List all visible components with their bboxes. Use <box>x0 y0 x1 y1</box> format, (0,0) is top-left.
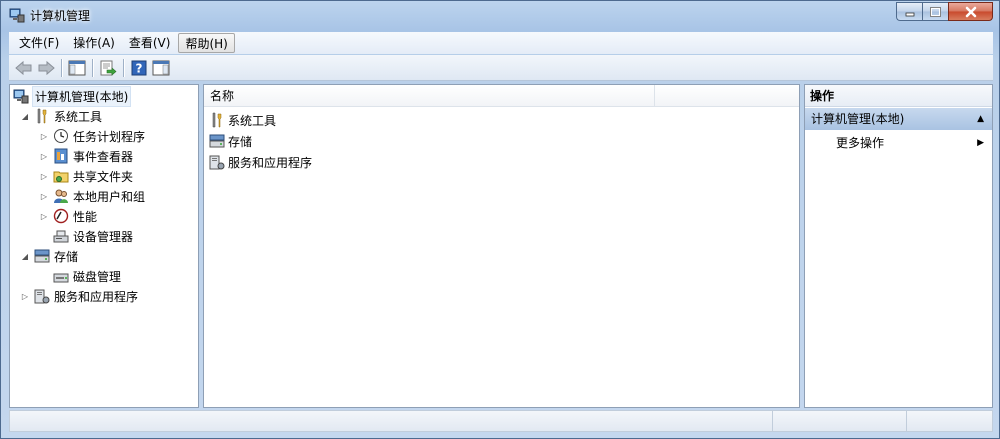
help-button[interactable]: ? <box>128 57 150 79</box>
action-pane: 操作 计算机管理(本地) ▲ 更多操作 ▶ <box>804 84 993 408</box>
show-hide-tree-icon <box>68 60 86 75</box>
action-section-computer-management[interactable]: 计算机管理(本地) ▲ <box>805 108 992 130</box>
disk-management-icon <box>53 268 69 284</box>
tree-item-computer-management-local[interactable]: 计算机管理(本地) <box>13 85 132 107</box>
list-item-label: 服务和应用程序 <box>228 155 313 170</box>
tree-item-local-users-groups[interactable]: ▷ 本地用户和组 <box>39 186 145 206</box>
minimize-icon <box>905 12 914 16</box>
tree-item-label: 设备管理器 <box>73 229 134 244</box>
submenu-arrow-icon: ▶ <box>977 138 984 148</box>
svg-text:?: ? <box>136 61 143 75</box>
tree-item-services-applications[interactable]: ▷ 服务和应用程序 <box>20 286 138 306</box>
console-tree-pane[interactable]: 计算机管理(本地) ◢ 系统工具 ▷ 任务计划程序 ▷ 事件查看器 ▷ 共享文件… <box>9 84 199 408</box>
expanded-arrow-icon[interactable]: ◢ <box>20 111 30 121</box>
list-item-label: 系统工具 <box>228 113 277 128</box>
collapsed-arrow-icon[interactable]: ▷ <box>39 151 49 161</box>
system-tools-icon <box>34 108 50 124</box>
tree-item-disk-management[interactable]: 磁盘管理 <box>53 266 121 286</box>
storage-icon <box>34 248 50 264</box>
expanded-arrow-icon[interactable]: ◢ <box>20 251 30 261</box>
event-viewer-icon <box>53 148 69 164</box>
forward-icon <box>38 60 55 75</box>
menu-view[interactable]: 查看(V) <box>123 33 177 53</box>
device-manager-icon <box>53 228 69 244</box>
tree-item-label: 事件查看器 <box>73 149 134 164</box>
maximize-icon <box>930 6 941 17</box>
back-icon <box>15 60 32 75</box>
collapsed-arrow-icon[interactable]: ▷ <box>39 211 49 221</box>
menu-help[interactable]: 帮助(H) <box>178 33 235 53</box>
computer-management-window: 计算机管理 文件(F) 操作(A) 查看(V) 帮助(H) ? 计算机管理(本地… <box>0 0 1000 439</box>
status-segment <box>772 411 906 431</box>
tree-item-label: 系统工具 <box>54 109 103 124</box>
menu-action[interactable]: 操作(A) <box>67 33 121 53</box>
list-item-label: 存储 <box>228 134 253 149</box>
title-bar[interactable]: 计算机管理 <box>1 1 999 29</box>
menu-bar: 文件(F) 操作(A) 查看(V) 帮助(H) <box>9 32 993 54</box>
tree-item-label: 共享文件夹 <box>73 169 134 184</box>
close-icon <box>965 6 976 17</box>
toolbar-separator <box>92 58 93 77</box>
collapsed-arrow-icon[interactable]: ▷ <box>20 291 30 301</box>
storage-icon <box>209 133 225 149</box>
menu-file[interactable]: 文件(F) <box>13 33 65 53</box>
tree-item-shared-folders[interactable]: ▷ 共享文件夹 <box>39 166 133 186</box>
export-list-button[interactable] <box>97 57 119 79</box>
more-actions-item[interactable]: 更多操作 ▶ <box>805 133 992 153</box>
action-section-label: 计算机管理(本地) <box>811 112 905 126</box>
show-hide-action-pane-button[interactable] <box>150 57 172 79</box>
tree-item-label: 计算机管理(本地) <box>31 85 132 107</box>
list-column-header: 名称 <box>204 85 799 107</box>
tree-item-label: 任务计划程序 <box>73 129 146 144</box>
computer-management-icon <box>13 88 29 104</box>
list-item-storage[interactable]: 存储 <box>209 131 252 151</box>
maximize-button[interactable] <box>922 2 948 21</box>
shared-folder-icon <box>53 168 69 184</box>
tree-item-event-viewer[interactable]: ▷ 事件查看器 <box>39 146 133 166</box>
clock-icon <box>53 128 69 144</box>
back-button[interactable] <box>13 57 35 79</box>
results-list-pane[interactable]: 名称 系统工具 存储 服务和应用程序 <box>203 84 800 408</box>
tree-item-label: 本地用户和组 <box>73 189 146 204</box>
collapsed-arrow-icon[interactable]: ▷ <box>39 191 49 201</box>
show-hide-action-pane-icon <box>152 60 170 75</box>
column-header-name[interactable]: 名称 <box>204 85 655 107</box>
window-controls <box>896 2 993 21</box>
tree-item-performance[interactable]: ▷ 性能 <box>39 206 97 226</box>
list-item-services-applications[interactable]: 服务和应用程序 <box>209 152 312 172</box>
performance-icon <box>53 208 69 224</box>
tree-item-label: 磁盘管理 <box>73 269 122 284</box>
status-segment <box>906 411 992 431</box>
computer-management-icon <box>9 7 25 23</box>
services-applications-icon <box>34 288 50 304</box>
collapsed-arrow-icon[interactable]: ▷ <box>39 171 49 181</box>
more-actions-label: 更多操作 <box>836 136 885 150</box>
tree-item-label: 服务和应用程序 <box>54 289 139 304</box>
toolbar: ? <box>9 55 993 81</box>
tree-item-label: 存储 <box>54 249 79 264</box>
window-title: 计算机管理 <box>30 9 91 23</box>
tree-item-system-tools[interactable]: ◢ 系统工具 <box>20 106 102 126</box>
tree-item-label: 性能 <box>73 209 98 224</box>
action-pane-header: 操作 <box>805 85 992 107</box>
users-icon <box>53 188 69 204</box>
export-list-icon <box>100 60 117 76</box>
tree-item-storage[interactable]: ◢ 存储 <box>20 246 78 266</box>
services-applications-icon <box>209 154 225 170</box>
minimize-button[interactable] <box>896 2 922 21</box>
system-tools-icon <box>209 112 225 128</box>
close-button[interactable] <box>948 2 993 21</box>
collapse-up-icon[interactable]: ▲ <box>977 108 984 130</box>
tree-item-device-manager[interactable]: 设备管理器 <box>53 226 133 246</box>
list-item-system-tools[interactable]: 系统工具 <box>209 110 276 130</box>
forward-button[interactable] <box>35 57 57 79</box>
help-icon: ? <box>131 60 147 75</box>
show-hide-console-tree-button[interactable] <box>66 57 88 79</box>
toolbar-separator <box>61 58 62 77</box>
status-bar <box>9 410 993 432</box>
collapsed-arrow-icon[interactable]: ▷ <box>39 131 49 141</box>
tree-item-task-scheduler[interactable]: ▷ 任务计划程序 <box>39 126 145 146</box>
toolbar-separator <box>123 58 124 77</box>
